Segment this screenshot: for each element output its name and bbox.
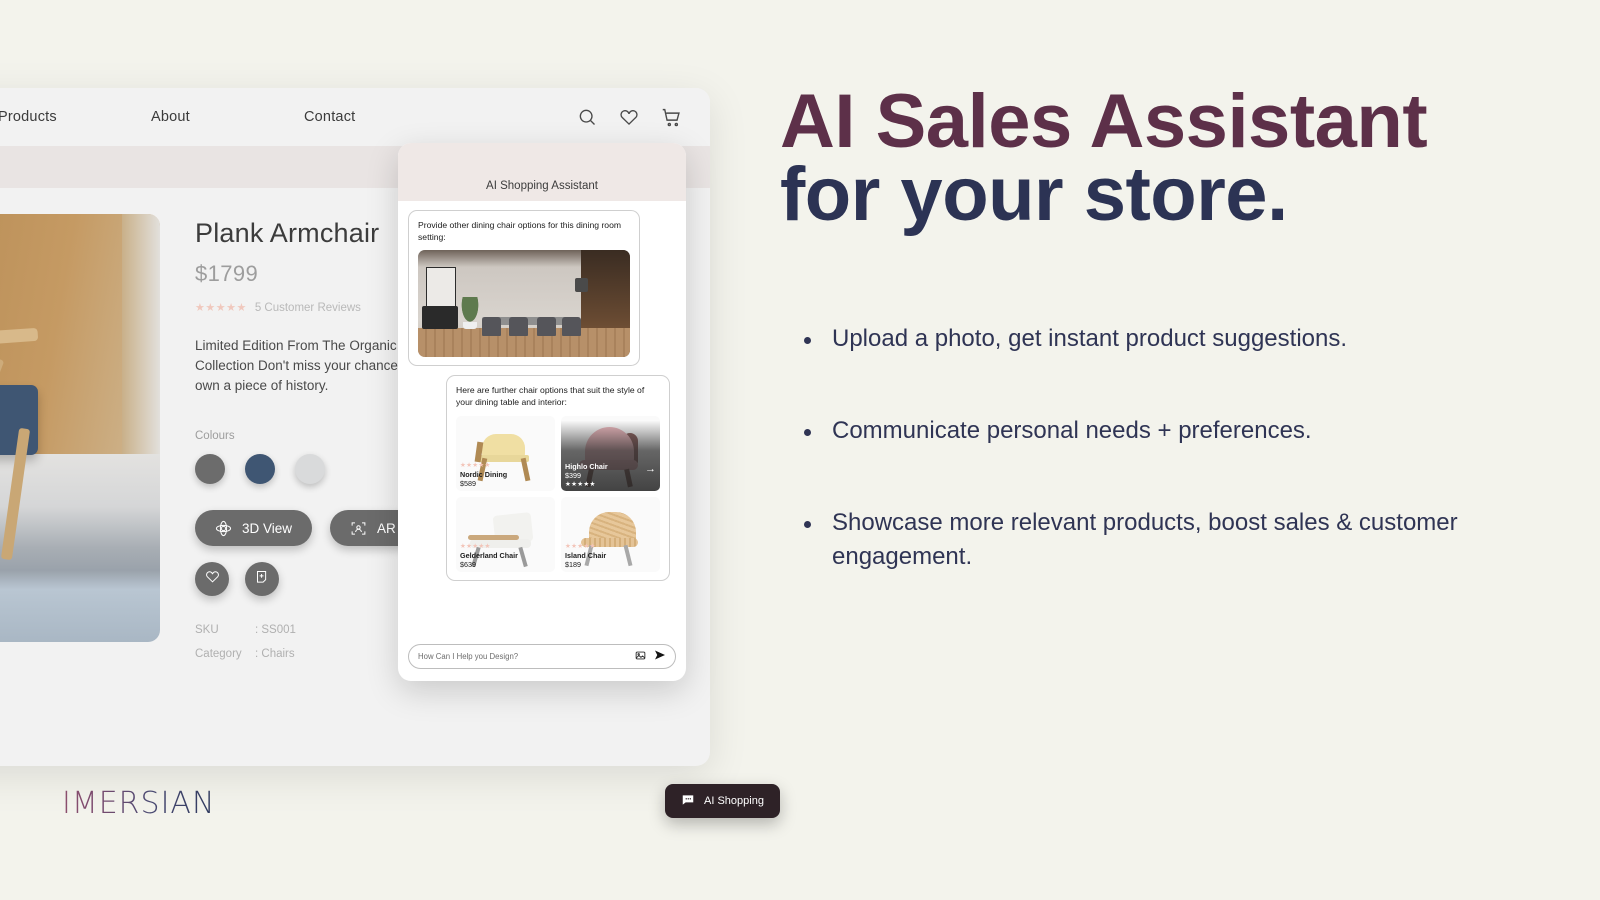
- star-rating-icon: ★★★★★: [195, 302, 247, 314]
- star-rating-icon: ★★★★★: [565, 543, 596, 550]
- nav-icons: [577, 107, 682, 128]
- ai-shopping-fab[interactable]: AI Shopping: [665, 784, 780, 818]
- orbit-icon: [215, 520, 232, 537]
- view-3d-button[interactable]: 3D View: [195, 510, 313, 546]
- heart-icon: [205, 569, 220, 589]
- meta-key: SKU: [195, 624, 219, 636]
- product-suggestion-grid: ★★★★★ Nordic Dining $589 Highlo Chair $3…: [456, 416, 660, 572]
- assistant-message-text: Here are further chair options that suit…: [456, 385, 645, 407]
- chat-panel-header: AI Shopping Assistant: [398, 143, 686, 201]
- product-card-price: $399: [565, 471, 581, 480]
- list-item: Upload a photo, get instant product sugg…: [790, 322, 1510, 356]
- chat-input-area: How Can I Help you Design?: [398, 635, 686, 681]
- ai-shopping-fab-label: AI Shopping: [704, 795, 764, 807]
- star-rating-icon: ★★★★★: [460, 462, 491, 469]
- image-icon[interactable]: [635, 648, 646, 666]
- wishlist-button[interactable]: [195, 562, 229, 596]
- product-card-island-chair[interactable]: ★★★★★ Island Chair $189: [561, 497, 660, 572]
- product-card-name: Island Chair: [565, 551, 607, 560]
- chat-panel-title: AI Shopping Assistant: [486, 180, 598, 192]
- marketing-panel: AI Sales Assistant for your store. Uploa…: [780, 0, 1600, 900]
- product-photo: [0, 214, 160, 642]
- page-title: AI Sales Assistant for your store.: [780, 79, 1600, 237]
- send-icon[interactable]: [654, 648, 666, 666]
- view-3d-label: 3D View: [242, 520, 293, 536]
- product-card-name: Highlo Chair: [565, 462, 608, 471]
- brand-logo: IMERSIAN: [62, 786, 216, 821]
- star-rating-icon: ★★★★★: [460, 543, 491, 550]
- ai-chat-panel: AI Shopping Assistant Provide other dini…: [398, 143, 686, 681]
- chat-input-row[interactable]: How Can I Help you Design?: [408, 644, 676, 669]
- add-to-cart-button[interactable]: [245, 562, 279, 596]
- meta-value: : SS001: [255, 624, 296, 636]
- ar-scan-icon: [350, 520, 367, 537]
- product-card-highlo-chair[interactable]: Highlo Chair $399 ★★★★★ →: [561, 416, 660, 491]
- review-count-label: 5 Customer Reviews: [254, 301, 361, 314]
- product-card-gelderland-chair[interactable]: ★★★★★ Gelderland Chair $639: [456, 497, 555, 572]
- search-icon[interactable]: [577, 107, 597, 127]
- headline-line-1: AI Sales Assistant: [780, 79, 1428, 164]
- user-message-text: Provide other dining chair options for t…: [418, 220, 622, 242]
- colour-swatch-blue[interactable]: [245, 454, 275, 484]
- chat-message-user: Provide other dining chair options for t…: [408, 210, 640, 366]
- product-card-name: Gelderland Chair: [460, 551, 518, 560]
- site-nav: Products About Contact: [0, 88, 710, 146]
- chat-input-placeholder[interactable]: How Can I Help you Design?: [418, 652, 627, 661]
- colour-swatch-gray[interactable]: [195, 454, 225, 484]
- feature-bullet-list: Upload a photo, get instant product sugg…: [780, 322, 1600, 574]
- arrow-right-icon[interactable]: →: [645, 464, 656, 475]
- meta-key: Category: [195, 648, 242, 660]
- colour-swatch-light[interactable]: [295, 454, 325, 484]
- store-mockup: Products About Contact Plank Armchair $1…: [0, 88, 710, 766]
- meta-value: : Chairs: [255, 648, 295, 660]
- add-to-cart-icon: [255, 569, 270, 589]
- product-card-price: $639: [460, 560, 476, 569]
- heart-icon[interactable]: [619, 107, 639, 127]
- nav-links: Products About Contact: [0, 109, 577, 125]
- product-card-price: $189: [565, 560, 581, 569]
- cart-icon[interactable]: [661, 107, 682, 128]
- product-card-price: $589: [460, 479, 476, 488]
- nav-link-about[interactable]: About: [151, 109, 304, 125]
- chat-bubble-icon: [681, 793, 695, 810]
- ar-label: AR: [377, 520, 396, 536]
- chat-message-assistant: Here are further chair options that suit…: [446, 375, 670, 581]
- list-item: Showcase more relevant products, boost s…: [790, 506, 1510, 574]
- nav-link-products[interactable]: Products: [0, 109, 151, 125]
- star-rating-icon: ★★★★★: [565, 481, 596, 488]
- list-item: Communicate personal needs + preferences…: [790, 414, 1510, 448]
- nav-link-contact[interactable]: Contact: [304, 109, 457, 125]
- chat-messages: Provide other dining chair options for t…: [398, 201, 686, 635]
- product-card-nordic-dining[interactable]: ★★★★★ Nordic Dining $589: [456, 416, 555, 491]
- headline-line-2: for your store.: [780, 151, 1288, 237]
- uploaded-room-photo[interactable]: [418, 250, 630, 357]
- product-card-name: Nordic Dining: [460, 470, 508, 479]
